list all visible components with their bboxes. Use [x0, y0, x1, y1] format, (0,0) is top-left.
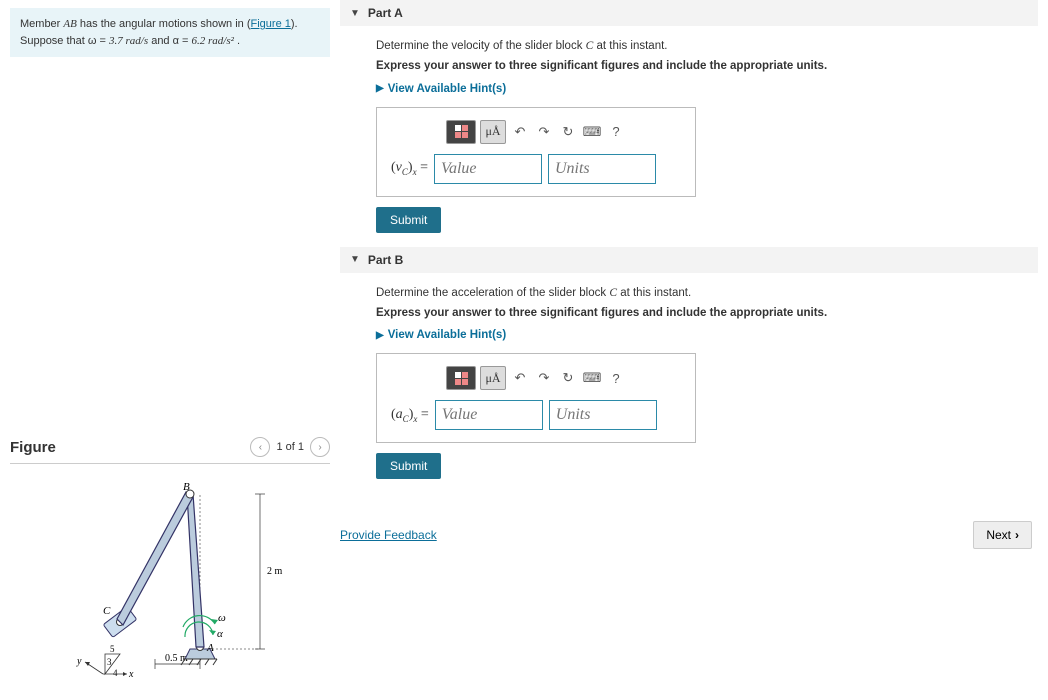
text: . [234, 35, 240, 47]
provide-feedback-link[interactable]: Provide Feedback [340, 528, 437, 542]
part-a-toolbar: μÅ ↶ ↷ ↻ ⌨ ? [391, 120, 681, 144]
figure-nav: ‹ 1 of 1 › [250, 437, 330, 457]
next-button[interactable]: Next › [973, 521, 1032, 549]
figure-counter: 1 of 1 [276, 441, 304, 453]
part-b-body: Determine the acceleration of the slider… [340, 273, 1038, 494]
templates-button[interactable] [446, 366, 476, 390]
figure-prev-button[interactable]: ‹ [250, 437, 270, 457]
part-a-variable-label: (vC)x = [391, 160, 428, 177]
part-b-header[interactable]: ▼ Part B [340, 247, 1038, 273]
reset-icon[interactable]: ↻ [558, 122, 578, 142]
text: ). [291, 18, 298, 30]
triangle-right-icon: ▶ [376, 83, 384, 94]
keyboard-icon[interactable]: ⌨ [582, 122, 602, 142]
text: Member [20, 18, 63, 30]
help-icon[interactable]: ? [606, 368, 626, 388]
part-a-value-input[interactable] [434, 154, 542, 184]
text: and α = [148, 35, 191, 47]
variable-ab: AB [63, 18, 76, 30]
triangle-right-icon: ▶ [376, 330, 384, 341]
undo-icon[interactable]: ↶ [510, 122, 530, 142]
label-y: y [76, 656, 82, 667]
part-b-submit-button[interactable]: Submit [376, 453, 441, 479]
part-b-instructions: Express your answer to three significant… [376, 307, 1028, 319]
label-b: B [183, 481, 190, 493]
label-2m: 2 m [267, 566, 283, 577]
help-icon[interactable]: ? [606, 122, 626, 142]
part-b-prompt: Determine the acceleration of the slider… [376, 287, 1028, 299]
problem-statement: Member AB has the angular motions shown … [10, 8, 330, 57]
figure-title: Figure [10, 439, 56, 456]
part-b-value-input[interactable] [435, 400, 543, 430]
figure-link[interactable]: Figure 1 [251, 18, 291, 30]
part-a-units-input[interactable] [548, 154, 656, 184]
label-x: x [128, 669, 134, 679]
reset-icon[interactable]: ↻ [558, 368, 578, 388]
caret-down-icon: ▼ [350, 8, 360, 19]
label-omega: ω [218, 612, 226, 624]
symbols-button[interactable]: μÅ [480, 366, 506, 390]
undo-icon[interactable]: ↶ [510, 368, 530, 388]
alpha-value: 6.2 rad/s² [192, 35, 234, 47]
symbols-button[interactable]: μÅ [480, 120, 506, 144]
part-a-title: Part A [368, 6, 403, 20]
chevron-right-icon: › [1015, 528, 1019, 542]
redo-icon[interactable]: ↷ [534, 368, 554, 388]
templates-button[interactable] [446, 120, 476, 144]
figure-next-button[interactable]: › [310, 437, 330, 457]
part-a-submit-button[interactable]: Submit [376, 207, 441, 233]
part-a-hints-toggle[interactable]: ▶ View Available Hint(s) [376, 83, 506, 95]
redo-icon[interactable]: ↷ [534, 122, 554, 142]
label-c: C [103, 605, 111, 617]
part-a-header[interactable]: ▼ Part A [340, 0, 1038, 26]
part-b-title: Part B [368, 253, 403, 267]
keyboard-icon[interactable]: ⌨ [582, 368, 602, 388]
part-a-body: Determine the velocity of the slider blo… [340, 26, 1038, 247]
caret-down-icon: ▼ [350, 254, 360, 265]
figure-image: 2 m 0.5 m C A B [10, 474, 330, 689]
text: Suppose that ω = [20, 35, 109, 47]
part-b-units-input[interactable] [549, 400, 657, 430]
part-b-variable-label: (aC)x = [391, 407, 429, 424]
label-3: 3 [107, 657, 112, 667]
label-5: 5 [110, 644, 115, 654]
text: has the angular motions shown in ( [77, 18, 251, 30]
part-b-toolbar: μÅ ↶ ↷ ↻ ⌨ ? [391, 366, 681, 390]
part-a-prompt: Determine the velocity of the slider blo… [376, 40, 1028, 52]
omega-value: 3.7 rad/s [109, 35, 148, 47]
figure-panel: Figure ‹ 1 of 1 › 2 m [10, 437, 330, 689]
part-a-answer-box: μÅ ↶ ↷ ↻ ⌨ ? (vC)x = [376, 107, 696, 197]
part-a-instructions: Express your answer to three significant… [376, 60, 1028, 72]
part-b-hints-toggle[interactable]: ▶ View Available Hint(s) [376, 329, 506, 341]
label-a: A [206, 642, 214, 654]
label-alpha: α [217, 628, 223, 640]
label-4: 4 [113, 668, 118, 678]
part-b-answer-box: μÅ ↶ ↷ ↻ ⌨ ? (aC)x = [376, 353, 696, 443]
